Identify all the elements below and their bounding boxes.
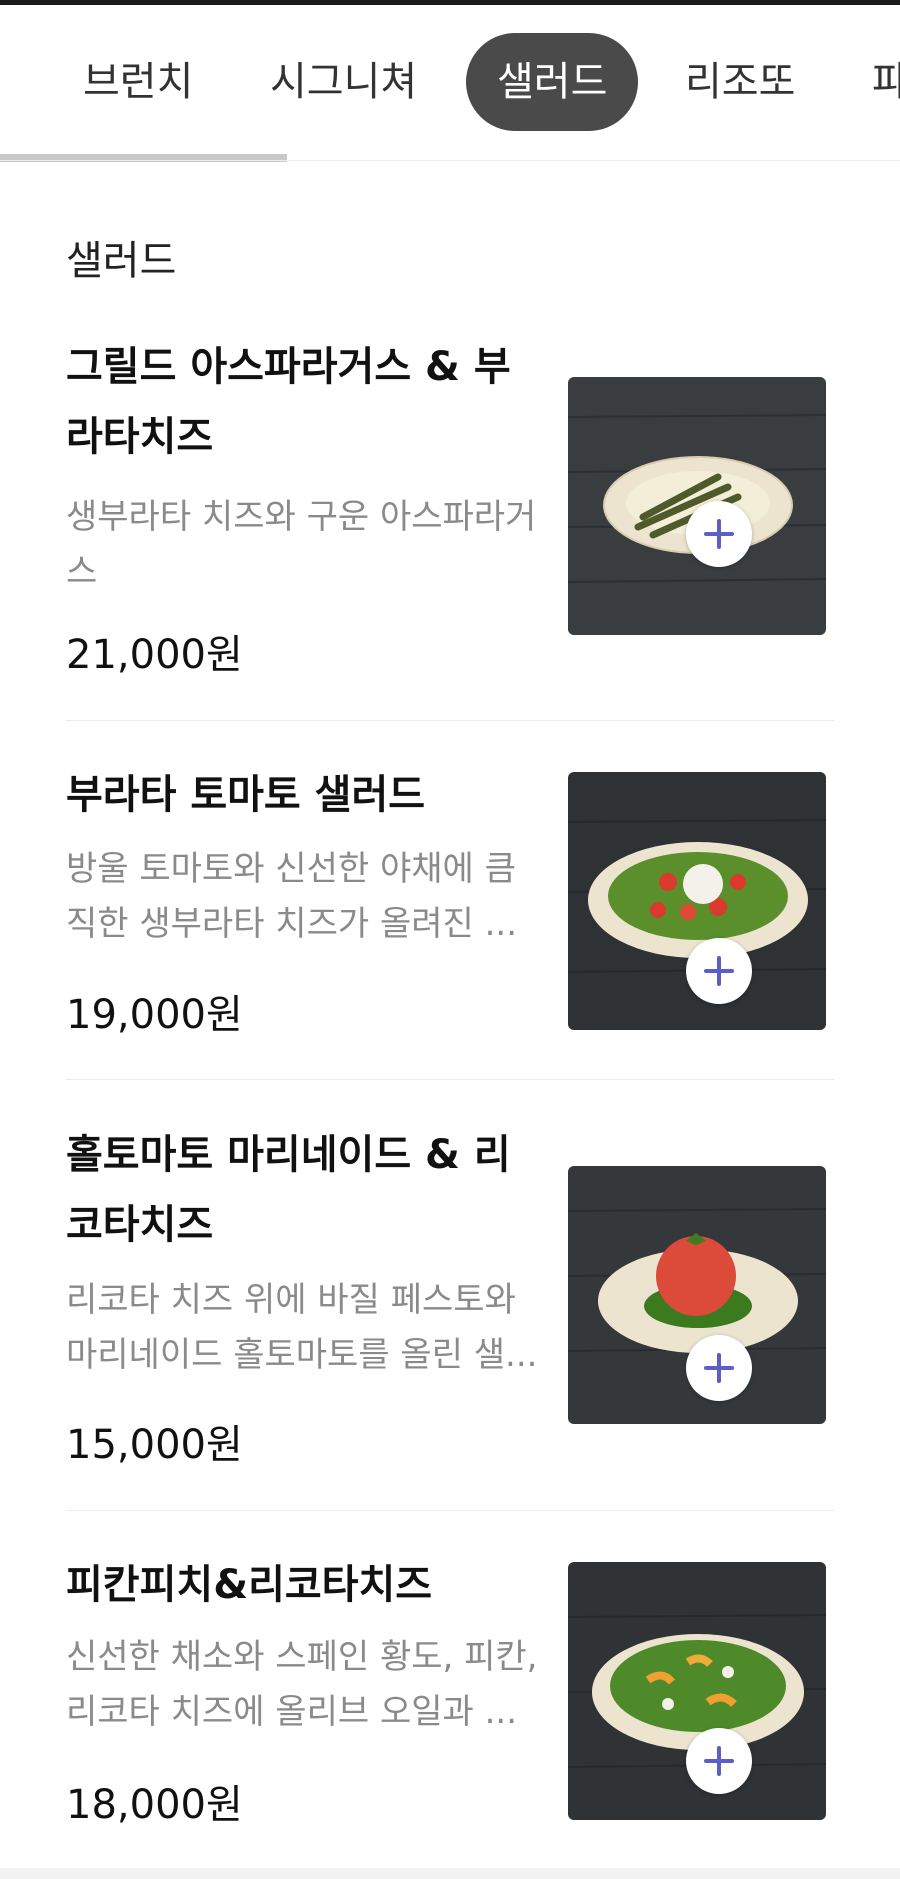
menu-item[interactable]: 부라타 토마토 샐러드 방울 토마토와 신선한 야채에 큼 직한 생부라타 치즈… bbox=[66, 760, 834, 1080]
item-description: 생부라타 치즈와 구운 아스파라거스 bbox=[66, 497, 537, 592]
item-divider bbox=[66, 1079, 834, 1080]
item-name: 그릴드 아스파라거스 & 부라타치즈 bbox=[66, 344, 511, 460]
menu-item[interactable]: 홀토마토 마리네이드 & 리코타치즈 리코타 치즈 위에 바질 페스토와 마리네… bbox=[66, 1120, 834, 1510]
bottom-strip bbox=[0, 1868, 900, 1879]
item-price: 19,000원 bbox=[66, 992, 243, 1038]
plus-icon bbox=[704, 956, 734, 986]
tab-pasta[interactable]: 파 bbox=[872, 33, 900, 131]
item-name: 피칸피치&리코타치즈 bbox=[66, 1562, 433, 1608]
item-description: 방울 토마토와 신선한 야채에 큼 직한 생부라타 치즈가 올려진 ... bbox=[66, 842, 552, 952]
tab-risotto[interactable]: 리조또 bbox=[685, 33, 795, 131]
section-title: 샐러드 bbox=[66, 238, 177, 284]
item-description-line: 리코타 치즈 위에 바질 페스토와 bbox=[66, 1280, 516, 1320]
add-to-cart-button[interactable] bbox=[686, 1728, 752, 1794]
item-description: 신선한 채소와 스페인 황도, 피칸, 리코타 치즈에 올리브 오일과 ... bbox=[66, 1630, 552, 1740]
item-description-line: 마리네이드 홀토마토를 올린 샐... bbox=[66, 1335, 538, 1375]
item-name: 홀토마토 마리네이드 & 리코타치즈 bbox=[66, 1132, 511, 1248]
plus-icon bbox=[704, 1353, 734, 1383]
category-tabs: 브런치 시그니쳐 샐러드 리조또 파 bbox=[0, 5, 900, 162]
tab-brunch[interactable]: 브런치 bbox=[83, 33, 193, 131]
item-description-line: 방울 토마토와 신선한 야채에 큼 bbox=[66, 849, 516, 889]
tab-signature[interactable]: 시그니쳐 bbox=[270, 33, 417, 131]
plus-icon bbox=[704, 519, 734, 549]
item-description: 리코타 치즈 위에 바질 페스토와 마리네이드 홀토마토를 올린 샐... bbox=[66, 1273, 552, 1383]
add-to-cart-button[interactable] bbox=[686, 1335, 752, 1401]
add-to-cart-button[interactable] bbox=[686, 501, 752, 567]
menu-item[interactable]: 피칸피치&리코타치즈 신선한 채소와 스페인 황도, 피칸, 리코타 치즈에 올… bbox=[66, 1550, 834, 1870]
tab-salad[interactable]: 샐러드 bbox=[466, 33, 639, 131]
item-description-line: 직한 생부라타 치즈가 올려진 ... bbox=[66, 904, 518, 944]
item-price: 18,000원 bbox=[66, 1782, 243, 1828]
item-divider bbox=[66, 720, 834, 721]
item-price: 21,000원 bbox=[66, 632, 243, 678]
item-description-line: 리코타 치즈에 올리브 오일과 ... bbox=[66, 1692, 518, 1732]
plus-icon bbox=[704, 1746, 734, 1776]
add-to-cart-button[interactable] bbox=[686, 938, 752, 1004]
item-name: 부라타 토마토 샐러드 bbox=[66, 772, 426, 818]
menu-item[interactable]: 그릴드 아스파라거스 & 부라타치즈 생부라타 치즈와 구운 아스파라거스 21… bbox=[66, 332, 834, 722]
item-description-line: 신선한 채소와 스페인 황도, 피칸, bbox=[66, 1637, 538, 1677]
item-divider bbox=[66, 1510, 834, 1511]
item-price: 15,000원 bbox=[66, 1422, 243, 1468]
tab-divider bbox=[0, 160, 900, 161]
